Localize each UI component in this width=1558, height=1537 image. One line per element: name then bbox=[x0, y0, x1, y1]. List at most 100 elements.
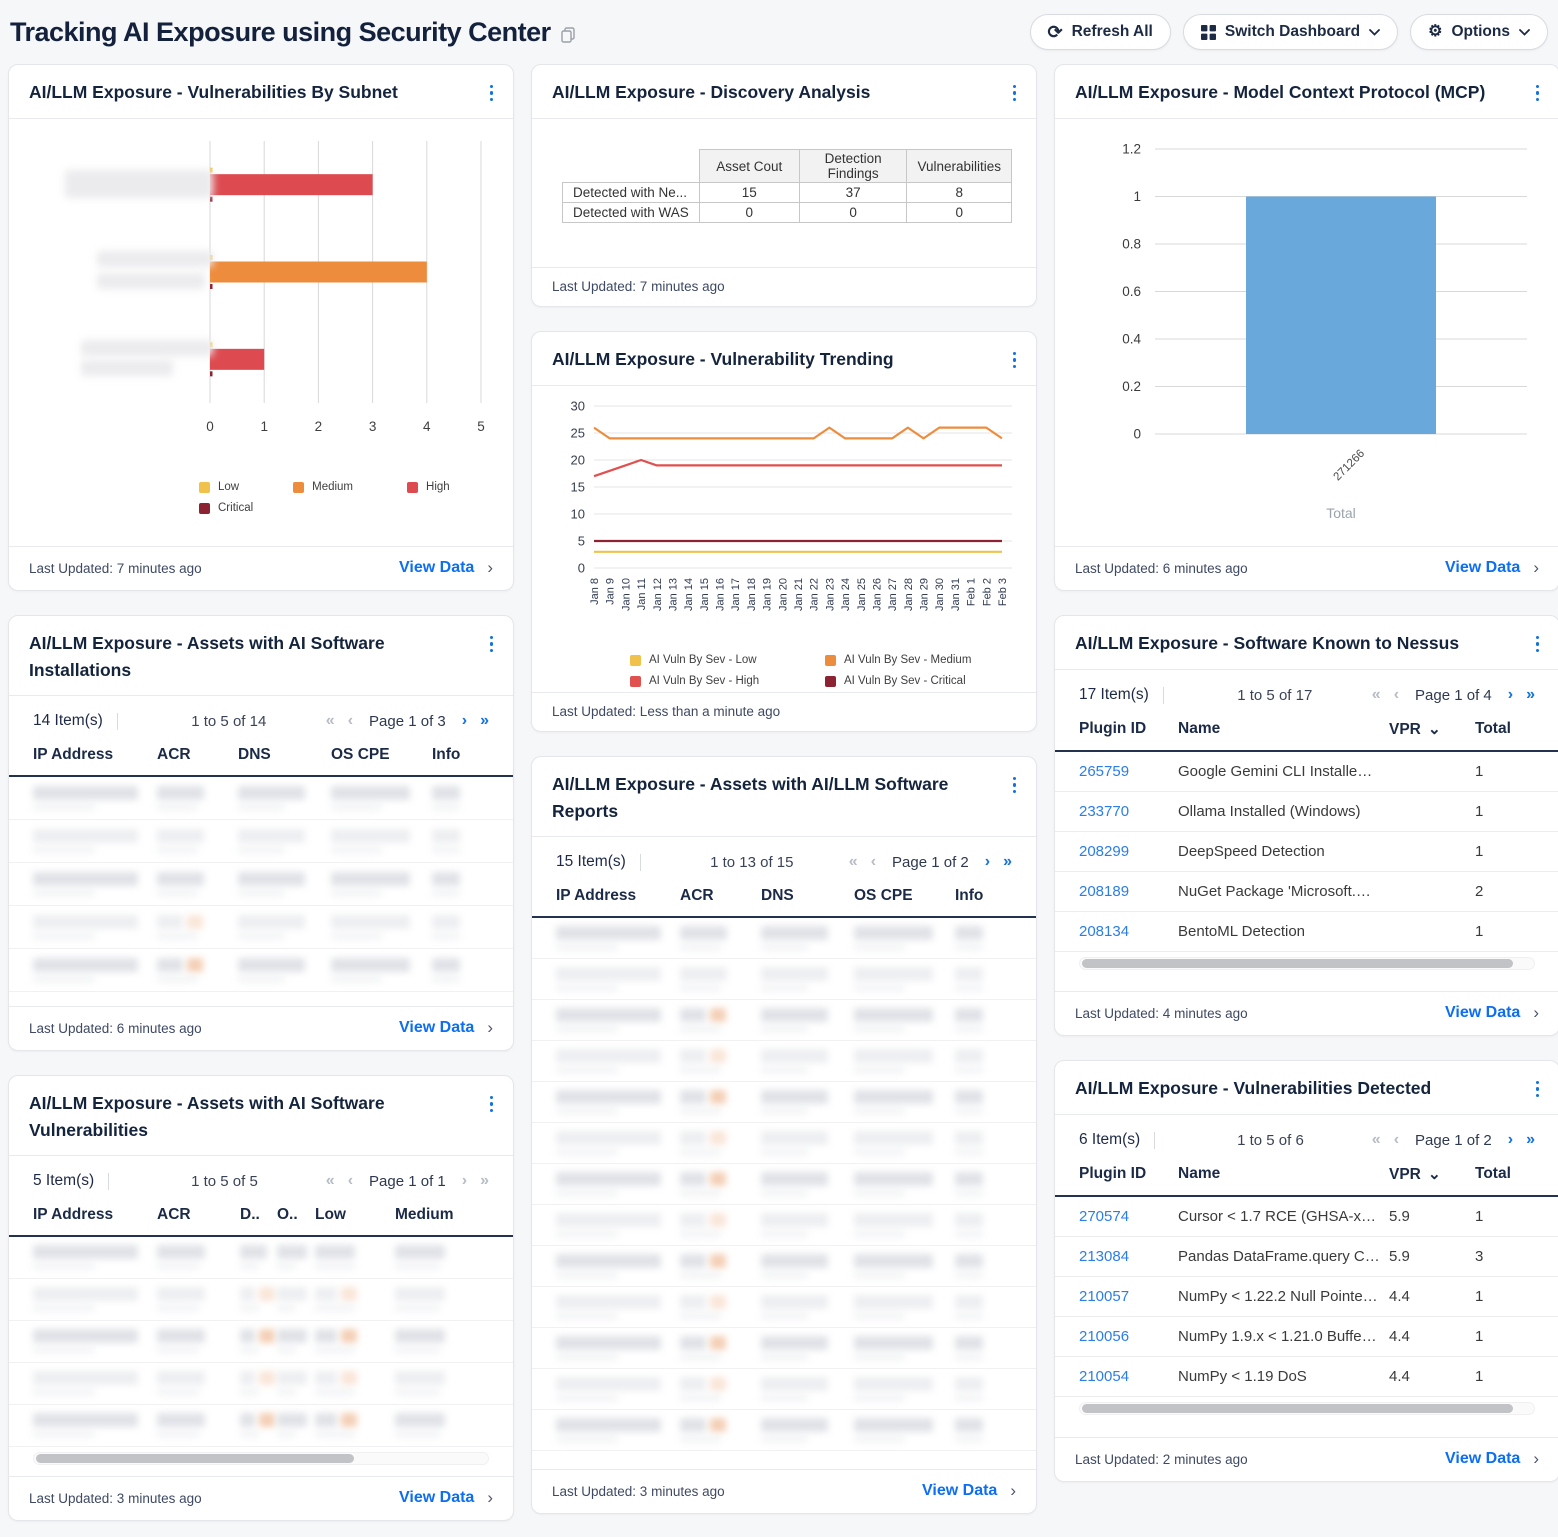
refresh-all-button[interactable]: ⟳ Refresh All bbox=[1030, 14, 1171, 50]
redacted-cell bbox=[955, 1131, 983, 1145]
pagination-first-icon[interactable]: « bbox=[1372, 1132, 1381, 1148]
column-header[interactable]: Total bbox=[1475, 720, 1535, 739]
pagination-last-icon[interactable]: » bbox=[1526, 1132, 1535, 1148]
pagination-first-icon[interactable]: « bbox=[326, 1173, 335, 1189]
column-header[interactable]: Info bbox=[432, 746, 488, 764]
column-header[interactable]: OS CPE bbox=[854, 887, 955, 905]
pagination-next-icon[interactable]: › bbox=[1508, 1132, 1513, 1148]
column-header[interactable]: Low bbox=[315, 1206, 395, 1224]
column-header[interactable]: VPR⌄ bbox=[1389, 720, 1475, 739]
column-header[interactable]: DNS bbox=[238, 746, 331, 764]
legend-item[interactable]: Medium bbox=[293, 481, 353, 493]
pagination-next-icon[interactable]: › bbox=[1508, 687, 1513, 703]
pagination-last-icon[interactable]: » bbox=[480, 713, 489, 729]
column-header[interactable]: Medium bbox=[395, 1206, 485, 1224]
column-header[interactable]: Name bbox=[1178, 1165, 1389, 1184]
legend-item[interactable]: AI Vuln By Sev - Low bbox=[630, 654, 825, 666]
column-header[interactable]: Name bbox=[1178, 720, 1389, 739]
last-updated: Last Updated: 4 minutes ago bbox=[1075, 1006, 1248, 1021]
copy-icon[interactable] bbox=[561, 19, 575, 50]
view-data-link[interactable]: View Data› bbox=[399, 1488, 493, 1508]
total-value: 1 bbox=[1475, 1208, 1535, 1225]
kebab-menu-icon[interactable] bbox=[1011, 79, 1019, 107]
kebab-menu-icon[interactable] bbox=[1534, 1075, 1542, 1103]
column-header[interactable]: Plugin ID bbox=[1079, 1165, 1178, 1184]
switch-dashboard-button[interactable]: Switch Dashboard bbox=[1183, 14, 1398, 50]
legend-item[interactable]: AI Vuln By Sev - Medium bbox=[825, 654, 1020, 666]
redacted-cell bbox=[331, 872, 410, 886]
legend-item[interactable]: AI Vuln By Sev - High bbox=[630, 675, 825, 687]
kebab-menu-icon[interactable] bbox=[1011, 771, 1019, 799]
pagination-last-icon[interactable]: » bbox=[1526, 687, 1535, 703]
pagination-first-icon[interactable]: « bbox=[1372, 687, 1381, 703]
column-header[interactable]: OS CPE bbox=[331, 746, 432, 764]
column-header[interactable]: ACR bbox=[157, 746, 238, 764]
legend-item[interactable]: Critical bbox=[199, 502, 253, 514]
column-header[interactable]: D.. bbox=[240, 1206, 277, 1224]
pagination-next-icon[interactable]: › bbox=[462, 1173, 467, 1189]
pagination-prev-icon[interactable]: ‹ bbox=[348, 713, 353, 729]
view-data-link[interactable]: View Data› bbox=[1445, 1003, 1539, 1023]
redacted-cell bbox=[33, 915, 138, 929]
column-header[interactable]: Total bbox=[1475, 1165, 1535, 1184]
plugin-id-link[interactable]: 208134 bbox=[1079, 923, 1178, 940]
redacted-cell bbox=[33, 1371, 138, 1385]
column-header[interactable]: Plugin ID bbox=[1079, 720, 1178, 739]
kebab-menu-icon[interactable] bbox=[1534, 79, 1542, 107]
card-vulnerability-trending: AI/LLM Exposure - Vulnerability Trending… bbox=[531, 331, 1037, 732]
plugin-id-link[interactable]: 210054 bbox=[1079, 1368, 1178, 1385]
scrollbar-thumb[interactable] bbox=[36, 1454, 354, 1463]
view-data-link[interactable]: View Data› bbox=[922, 1481, 1016, 1501]
redacted-cell-accent bbox=[710, 1254, 726, 1268]
scrollbar-thumb[interactable] bbox=[1082, 959, 1513, 968]
view-data-link[interactable]: View Data› bbox=[1445, 558, 1539, 578]
view-data-link[interactable]: View Data› bbox=[399, 1018, 493, 1038]
column-header[interactable]: DNS bbox=[761, 887, 854, 905]
plugin-id-link[interactable]: 265759 bbox=[1079, 763, 1178, 780]
column-header[interactable]: ACR bbox=[680, 887, 761, 905]
kebab-menu-icon[interactable] bbox=[488, 79, 496, 107]
plugin-id-link[interactable]: 270574 bbox=[1079, 1208, 1178, 1225]
kebab-menu-icon[interactable] bbox=[488, 630, 496, 658]
kebab-menu-icon[interactable] bbox=[1011, 346, 1019, 374]
plugin-id-link[interactable]: 208189 bbox=[1079, 883, 1178, 900]
view-data-link[interactable]: View Data› bbox=[399, 558, 493, 578]
pagination-first-icon[interactable]: « bbox=[849, 854, 858, 870]
legend-item[interactable]: Low bbox=[199, 481, 239, 493]
pagination-prev-icon[interactable]: ‹ bbox=[1394, 687, 1399, 703]
column-3: AI/LLM Exposure - Model Context Protocol… bbox=[1054, 64, 1558, 1482]
plugin-id-link[interactable]: 213084 bbox=[1079, 1248, 1178, 1265]
column-header[interactable]: O.. bbox=[277, 1206, 315, 1224]
column-header[interactable]: Info bbox=[955, 887, 1011, 905]
pagination-last-icon[interactable]: » bbox=[1003, 854, 1012, 870]
column-header[interactable]: IP Address bbox=[556, 887, 680, 905]
view-data-link[interactable]: View Data› bbox=[1445, 1449, 1539, 1469]
pagination-first-icon[interactable]: « bbox=[326, 713, 335, 729]
column-header[interactable]: ACR bbox=[157, 1206, 240, 1224]
column-header[interactable]: IP Address bbox=[33, 746, 157, 764]
pagination-last-icon[interactable]: » bbox=[480, 1173, 489, 1189]
legend-item[interactable]: High bbox=[407, 481, 450, 493]
pagination-prev-icon[interactable]: ‹ bbox=[348, 1173, 353, 1189]
column-header[interactable]: VPR⌄ bbox=[1389, 1165, 1475, 1184]
options-button[interactable]: ⚙ Options bbox=[1410, 14, 1548, 50]
redacted-table-row bbox=[9, 1237, 513, 1279]
kebab-menu-icon[interactable] bbox=[488, 1090, 496, 1118]
pagination-prev-icon[interactable]: ‹ bbox=[871, 854, 876, 870]
plugin-id-link[interactable]: 210056 bbox=[1079, 1328, 1178, 1345]
pagination-next-icon[interactable]: › bbox=[985, 854, 990, 870]
plugin-id-link[interactable]: 233770 bbox=[1079, 803, 1178, 820]
redacted-cell-accent bbox=[710, 1336, 726, 1350]
plugin-id-link[interactable]: 210057 bbox=[1079, 1288, 1178, 1305]
pagination-next-icon[interactable]: › bbox=[462, 713, 467, 729]
column-header[interactable]: IP Address bbox=[33, 1206, 157, 1224]
plugin-id-link[interactable]: 208299 bbox=[1079, 843, 1178, 860]
items-count: 17 Item(s) bbox=[1079, 686, 1149, 704]
kebab-menu-icon[interactable] bbox=[1534, 630, 1542, 658]
legend-swatch bbox=[293, 482, 304, 493]
pagination-prev-icon[interactable]: ‹ bbox=[1394, 1132, 1399, 1148]
legend-item[interactable]: AI Vuln By Sev - Critical bbox=[825, 675, 1020, 687]
scrollbar-thumb[interactable] bbox=[1082, 1404, 1513, 1413]
redacted-table-row bbox=[532, 1041, 1036, 1082]
view-data-label: View Data bbox=[399, 1489, 474, 1507]
